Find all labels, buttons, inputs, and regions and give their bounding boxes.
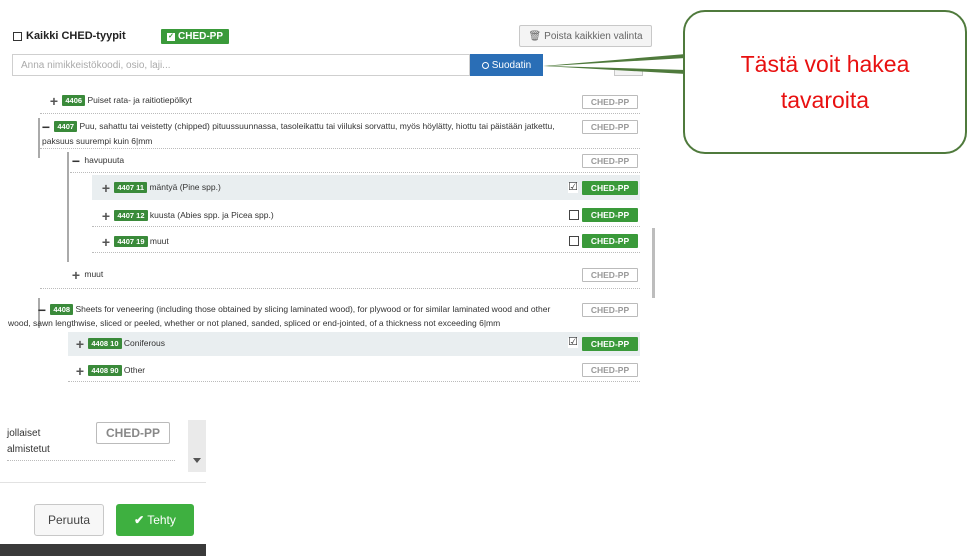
scrollbar[interactable] xyxy=(652,228,655,298)
check-icon: ✓ xyxy=(167,32,175,41)
cancel-button[interactable]: Peruuta xyxy=(34,504,104,536)
tree-row[interactable]: − 4407 Puu, sahattu tai veistetty (chipp… xyxy=(40,120,580,134)
tree-row[interactable]: − havupuuta xyxy=(70,154,124,168)
divider xyxy=(70,172,640,173)
ched-type-badge[interactable]: CHED-PP xyxy=(582,154,638,168)
collapse-icon[interactable]: − xyxy=(40,120,52,134)
expand-icon[interactable]: + xyxy=(74,364,86,378)
ched-type-badge[interactable]: CHED-PP xyxy=(582,120,638,134)
tree-row[interactable]: + muut xyxy=(70,268,103,282)
callout-bubble: Tästä voit hakea tavaroita xyxy=(683,10,967,154)
expand-icon[interactable]: + xyxy=(100,209,112,223)
divider xyxy=(92,226,640,227)
divider xyxy=(40,288,640,289)
all-ched-types-toggle[interactable]: Kaikki CHED-tyypit xyxy=(13,30,126,42)
ched-type-badge-selected[interactable]: CHED-PP xyxy=(582,208,638,222)
ched-type-badge[interactable]: CHED-PP xyxy=(582,268,638,282)
commodity-tree: + 4406 Puiset rata- ja raitiotiepölkyt C… xyxy=(8,90,653,386)
divider xyxy=(7,460,175,461)
ched-pp-type-toggle[interactable]: ✓ CHED-PP xyxy=(161,29,230,44)
divider xyxy=(40,113,640,114)
tree-row-continuation: paksuus suurempi kuin 6|mm xyxy=(42,136,153,146)
tree-row[interactable]: + 4407 19 muut xyxy=(100,235,169,249)
ched-type-badge[interactable]: CHED-PP xyxy=(582,363,638,377)
divider xyxy=(68,381,640,382)
tree-row[interactable]: + 4406 Puiset rata- ja raitiotiepölkyt xyxy=(48,94,192,108)
tree-guide-line xyxy=(67,152,69,262)
search-input[interactable]: Anna nimikkeistökoodi, osio, laji... xyxy=(12,54,470,76)
ched-type-badge[interactable]: CHED-PP xyxy=(582,95,638,109)
ched-type-badge-selected[interactable]: CHED-PP xyxy=(582,337,638,351)
dialog-fragment: jollaiset almistetut CHED-PP Peruuta ✔ T… xyxy=(0,416,206,544)
expand-icon[interactable]: + xyxy=(48,94,60,108)
expand-icon[interactable]: + xyxy=(70,268,82,282)
expand-icon[interactable]: + xyxy=(100,235,112,249)
background-overlay xyxy=(0,544,206,556)
clear-all-selections-button[interactable]: 🗑 Poista kaikkien valinta xyxy=(519,25,652,47)
tree-row-continuation: wood, sawn lengthwise, sliced or peeled,… xyxy=(8,318,501,328)
all-types-checkbox[interactable] xyxy=(13,31,22,41)
trash-icon: 🗑 xyxy=(528,30,542,42)
ched-type-badge-selected[interactable]: CHED-PP xyxy=(582,234,638,248)
tree-row[interactable]: + 4407 12 kuusta (Abies spp. ja Picea sp… xyxy=(100,209,274,223)
unchecked-checkbox[interactable] xyxy=(569,236,579,246)
dialog-text-1: jollaiset xyxy=(7,428,41,439)
ched-type-badge-selected[interactable]: CHED-PP xyxy=(582,181,638,195)
checked-checkbox[interactable]: ☑ xyxy=(568,337,578,348)
unchecked-checkbox[interactable] xyxy=(569,210,579,220)
callout-line-1: Tästä voit hakea xyxy=(740,51,910,77)
scrollbar-track[interactable] xyxy=(188,420,206,472)
divider xyxy=(92,252,640,253)
divider xyxy=(40,148,640,149)
check-icon: ✔ xyxy=(134,513,145,527)
tree-row[interactable]: + 4408 90 Other xyxy=(74,364,145,378)
dialog-text-2: almistetut xyxy=(7,444,50,455)
collapse-icon[interactable]: − xyxy=(36,303,48,317)
callout-pointer xyxy=(543,54,686,74)
checked-checkbox[interactable]: ☑ xyxy=(568,182,578,193)
all-types-label: Kaikki CHED-tyypit xyxy=(26,30,126,42)
done-button[interactable]: ✔ Tehty xyxy=(116,504,194,536)
callout-line-2: tavaroita xyxy=(780,87,870,113)
search-icon xyxy=(481,61,489,69)
filter-button[interactable]: Suodatin xyxy=(470,54,543,76)
tree-row[interactable]: − 4408 Sheets for veneering (including t… xyxy=(36,303,581,317)
expand-icon[interactable]: + xyxy=(74,337,86,351)
scroll-down-icon[interactable] xyxy=(193,458,201,463)
tree-row[interactable]: + 4407 11 mäntyä (Pine spp.) xyxy=(100,181,221,195)
ched-type-badge[interactable]: CHED-PP xyxy=(582,303,638,317)
tree-row[interactable]: + 4408 10 Coniferous xyxy=(74,337,165,351)
collapse-icon[interactable]: − xyxy=(70,154,82,168)
dialog-footer-divider xyxy=(0,482,206,483)
ched-type-badge[interactable]: CHED-PP xyxy=(96,422,170,444)
expand-icon[interactable]: + xyxy=(100,181,112,195)
